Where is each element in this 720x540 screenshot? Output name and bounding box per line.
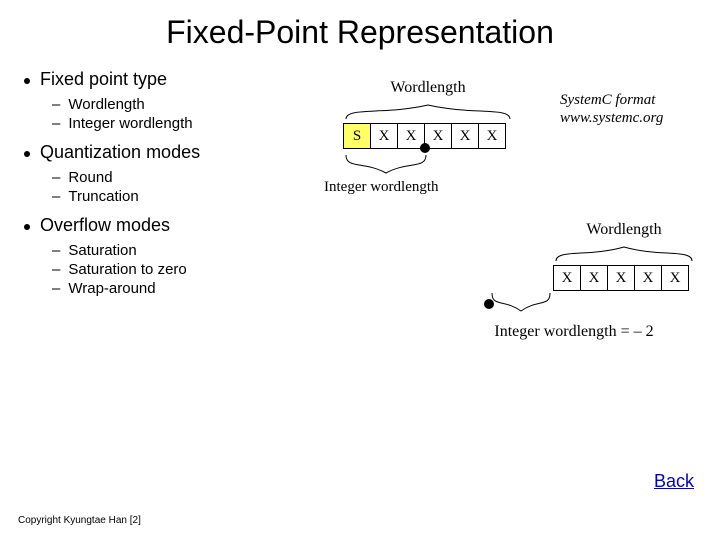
bullet-text: Wrap-around (68, 280, 155, 297)
integer-wordlength-label: Integer wordlength (324, 179, 512, 196)
radix-point-icon (420, 143, 430, 153)
list-item: –Saturation (52, 242, 334, 259)
bit-cell: X (634, 265, 662, 291)
systemc-url: www.systemc.org (560, 109, 663, 127)
list-item: Quantization modes (24, 142, 334, 163)
bullet-text: Overflow modes (40, 215, 170, 236)
integer-wordlength-neg-label: Integer wordlength = – 2 (454, 323, 694, 341)
list-item: –Wrap-around (52, 280, 334, 297)
bit-cell: X (580, 265, 608, 291)
bullet-icon (24, 224, 30, 230)
bullet-text: Integer wordlength (68, 115, 192, 132)
dash-icon: – (52, 280, 60, 297)
brace-bottom-icon (344, 153, 428, 179)
slide-body: Fixed point type –Wordlength –Integer wo… (0, 51, 720, 299)
list-item: –Round (52, 169, 334, 186)
dash-icon: – (52, 242, 60, 259)
bullet-text: Quantization modes (40, 142, 200, 163)
bullet-icon (24, 151, 30, 157)
bit-cell: X (607, 265, 635, 291)
bullet-text: Saturation (68, 242, 136, 259)
dash-icon: – (52, 261, 60, 278)
dash-icon: – (52, 188, 60, 205)
bit-cell: X (478, 123, 506, 149)
list-item: –Saturation to zero (52, 261, 334, 278)
bullet-text: Fixed point type (40, 69, 167, 90)
sign-bit-cell: S (343, 123, 371, 149)
copyright-text: Copyright Kyungtae Han [2] (18, 515, 141, 526)
wordlength-label: Wordlength (554, 221, 694, 239)
list-item: –Integer wordlength (52, 115, 334, 132)
wordlength-label: Wordlength (344, 79, 512, 97)
bit-cell: X (661, 265, 689, 291)
bullet-text: Round (68, 169, 112, 186)
bit-cells: S X X X X X (344, 123, 512, 153)
list-item: –Wordlength (52, 96, 334, 113)
list-item: –Truncation (52, 188, 334, 205)
bullet-text: Truncation (68, 188, 138, 205)
bit-cell: X (553, 265, 581, 291)
brace-top-icon (554, 239, 694, 263)
bullet-list: Fixed point type –Wordlength –Integer wo… (24, 69, 334, 299)
list-item: Overflow modes (24, 215, 334, 236)
wordlength-diagram: Wordlength S X X X X X Integer wordlengt… (344, 79, 512, 196)
bit-cells: X X X X X (554, 265, 694, 291)
negative-iw-diagram: Wordlength X X X X X Integer wordlength … (484, 221, 694, 341)
back-link[interactable]: Back (654, 471, 694, 492)
dash-icon: – (52, 169, 60, 186)
dash-icon: – (52, 96, 60, 113)
bullet-text: Wordlength (68, 96, 144, 113)
bit-cell: X (451, 123, 479, 149)
bullet-icon (24, 78, 30, 84)
diagram-area: SystemC format www.systemc.org Wordlengt… (334, 69, 720, 299)
systemc-format: SystemC format (560, 91, 663, 109)
slide-title: Fixed-Point Representation (0, 0, 720, 51)
brace-bottom-icon (490, 291, 552, 317)
brace-top-icon (344, 97, 512, 121)
dash-icon: – (52, 115, 60, 132)
list-item: Fixed point type (24, 69, 334, 90)
bullet-text: Saturation to zero (68, 261, 186, 278)
bit-cell: X (370, 123, 398, 149)
systemc-note: SystemC format www.systemc.org (560, 91, 663, 127)
